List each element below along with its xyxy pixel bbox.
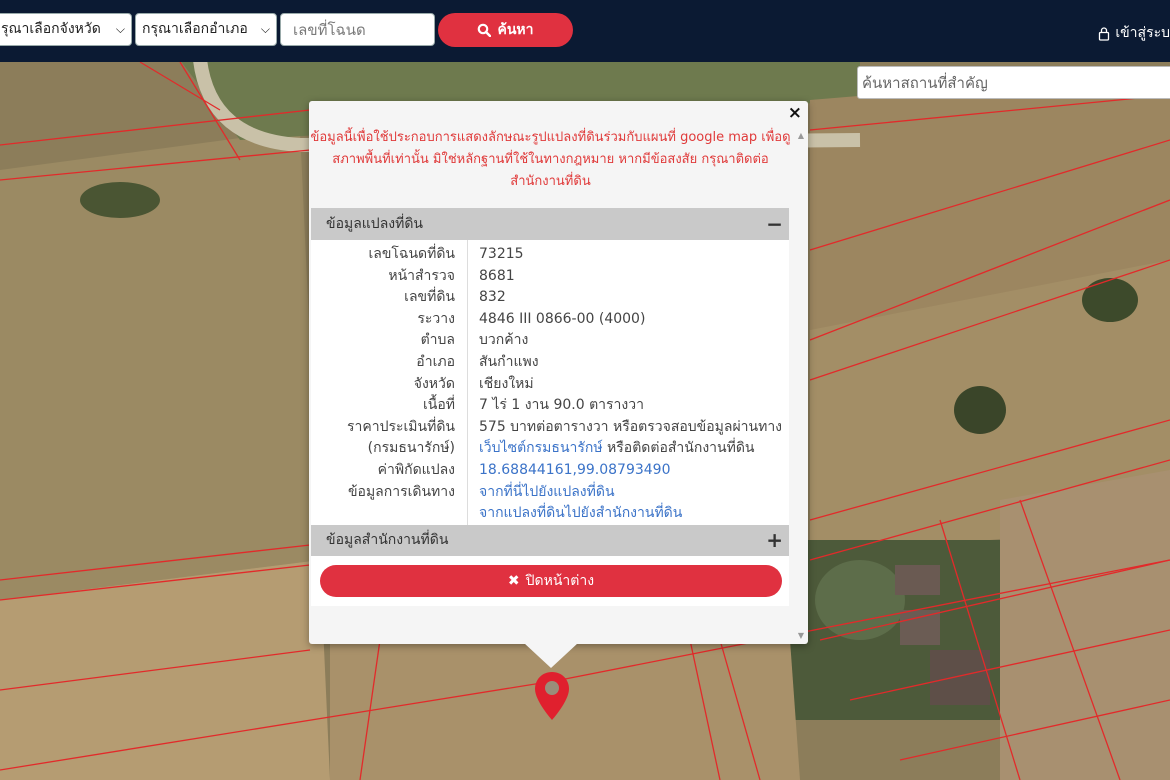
table-row: เลขโฉนดที่ดิน 73215 xyxy=(311,244,789,265)
row-label: เนื้อที่ xyxy=(423,397,455,414)
close-window-label: ปิดหน้าต่าง xyxy=(525,573,595,589)
row-value: บวกค้าง xyxy=(479,330,528,351)
land-info-header[interactable]: ข้อมูลแปลงที่ดิน − xyxy=(311,208,789,240)
row-value: 4846 III 0866-00 (4000) xyxy=(479,309,645,330)
row-label: หน้าสำรวจ xyxy=(388,267,455,284)
row-label: เลขที่ดิน xyxy=(404,289,455,306)
login-label: เข้าสู่ระบ xyxy=(1115,25,1170,41)
scroll-down-icon[interactable]: ▼ xyxy=(798,631,804,640)
office-info-title: ข้อมูลสำนักงานที่ดิน xyxy=(326,532,449,548)
expand-icon[interactable]: + xyxy=(766,525,783,556)
table-row: เนื้อที่ 7 ไร่ 1 งาน 90.0 ตารางวา xyxy=(311,395,789,416)
search-button-label: ค้นหา xyxy=(497,22,534,38)
table-row: อำเภอ สันกำแพง xyxy=(311,352,789,373)
row-label: ข้อมูลการเดินทาง xyxy=(347,483,455,500)
table-row: จากแปลงที่ดินไปยังสำนักงานที่ดิน xyxy=(311,503,789,524)
row-label: อำเภอ xyxy=(416,354,455,370)
row-link[interactable]: จากที่นี่ไปยังแปลงที่ดิน xyxy=(479,484,615,500)
login-link[interactable]: เข้าสู่ระบ xyxy=(1098,22,1170,44)
row-label: ตำบล xyxy=(420,332,455,349)
row-value: 575 บาทต่อตารางวา หรือตรวจสอบข้อมูลผ่านท… xyxy=(479,417,782,438)
row-value-text: 4846 III 0866-00 (4000) xyxy=(479,310,646,327)
row-label: จังหวัด xyxy=(413,375,455,392)
row-value: 832 xyxy=(479,287,506,308)
deed-number-input[interactable] xyxy=(280,13,435,46)
row-value: 73215 xyxy=(479,244,524,265)
province-select-value: รุณาเลือกจังหวัด xyxy=(1,21,101,37)
table-row: (กรมธนารักษ์) เว็บไซต์กรมธนารักษ์ หรือติด… xyxy=(311,438,789,459)
close-icon: ✖ xyxy=(507,573,520,589)
row-value-text: 8681 xyxy=(479,267,515,284)
row-value: 8681 xyxy=(479,266,515,287)
table-row: ระวาง 4846 III 0866-00 (4000) xyxy=(311,309,789,330)
row-value-text: สันกำแพง xyxy=(479,354,539,370)
close-icon[interactable]: × xyxy=(788,103,802,123)
row-value: จากแปลงที่ดินไปยังสำนักงานที่ดิน xyxy=(479,503,682,524)
province-select[interactable]: รุณาเลือกจังหวัด ⌵ xyxy=(0,13,132,46)
landmark-search-input[interactable] xyxy=(857,66,1170,99)
popup-pointer xyxy=(524,643,578,668)
chevron-down-icon: ⌵ xyxy=(260,22,270,36)
row-value: 7 ไร่ 1 งาน 90.0 ตารางวา xyxy=(479,395,644,416)
row-value: เชียงใหม่ xyxy=(479,374,534,395)
row-value: 18.68844161,99.08793490 xyxy=(479,460,671,481)
row-value-text: บวกค้าง xyxy=(479,332,529,349)
row-value-text: เชียงใหม่ xyxy=(479,375,534,392)
row-label: เลขโฉนดที่ดิน xyxy=(368,246,455,262)
search-icon xyxy=(478,23,492,37)
row-value-text: 7 ไร่ 1 งาน 90.0 ตารางวา xyxy=(479,397,644,414)
district-select-value: กรุณาเลือกอำเภอ xyxy=(142,21,248,37)
table-row: จังหวัด เชียงใหม่ xyxy=(311,374,789,395)
location-marker-icon[interactable] xyxy=(533,670,571,722)
table-row: ค่าพิกัดแปลง 18.68844161,99.08793490 xyxy=(311,460,789,481)
row-value-text: 575 บาทต่อตารางวา หรือตรวจสอบข้อมูลผ่านท… xyxy=(479,418,783,435)
row-link[interactable]: 18.68844161,99.08793490 xyxy=(479,462,671,478)
row-label: ราคาประเมินที่ดิน xyxy=(346,418,455,435)
row-label: ค่าพิกัดแปลง xyxy=(377,462,455,478)
table-row: หน้าสำรวจ 8681 xyxy=(311,266,789,287)
row-value-text: หรือติดต่อสำนักงานที่ดิน xyxy=(602,440,755,457)
collapse-icon[interactable]: − xyxy=(766,208,783,240)
office-info-header[interactable]: ข้อมูลสำนักงานที่ดิน + xyxy=(311,525,789,556)
row-label: (กรมธนารักษ์) xyxy=(367,440,455,457)
table-row: เลขที่ดิน 832 xyxy=(311,287,789,308)
row-value: จากที่นี่ไปยังแปลงที่ดิน xyxy=(479,482,615,503)
disclaimer-text: ข้อมูลนี้เพื่อใช้ประกอบการแสดงลักษณะรูปแ… xyxy=(310,130,791,189)
top-navbar: รุณาเลือกจังหวัด ⌵ กรุณาเลือกอำเภอ ⌵ ค้น… xyxy=(0,0,1170,62)
close-window-button[interactable]: ✖ ปิดหน้าต่าง xyxy=(320,565,782,597)
parcel-info-popup: × ข้อมูลนี้เพื่อใช้ประกอบการแสดงลักษณะรู… xyxy=(309,101,808,644)
row-value: เว็บไซต์กรมธนารักษ์ หรือติดต่อสำนักงานที… xyxy=(479,438,755,459)
search-button[interactable]: ค้นหา xyxy=(438,13,573,47)
table-row: ตำบล บวกค้าง xyxy=(311,330,789,351)
row-link[interactable]: เว็บไซต์กรมธนารักษ์ xyxy=(479,440,603,456)
row-label: ระวาง xyxy=(417,310,455,327)
land-info-table: เลขโฉนดที่ดิน 73215 หน้าสำรวจ 8681 เลขที่ดิน… xyxy=(311,240,789,525)
row-value-text: 73215 xyxy=(479,246,524,262)
office-info-body: ✖ ปิดหน้าต่าง xyxy=(311,556,789,606)
row-value-text: 832 xyxy=(479,289,506,306)
land-info-title: ข้อมูลแปลงที่ดิน xyxy=(326,216,424,232)
district-select[interactable]: กรุณาเลือกอำเภอ ⌵ xyxy=(135,13,277,46)
scroll-up-icon[interactable]: ▲ xyxy=(798,131,804,140)
lock-icon xyxy=(1099,26,1110,41)
chevron-down-icon: ⌵ xyxy=(115,22,125,36)
row-value: สันกำแพง xyxy=(479,352,539,373)
table-row: ราคาประเมินที่ดิน 575 บาทต่อตารางวา หรือต… xyxy=(311,417,789,438)
table-row: ข้อมูลการเดินทาง จากที่นี่ไปยังแปลงที่ดิน xyxy=(311,482,789,503)
row-link[interactable]: จากแปลงที่ดินไปยังสำนักงานที่ดิน xyxy=(479,505,682,521)
